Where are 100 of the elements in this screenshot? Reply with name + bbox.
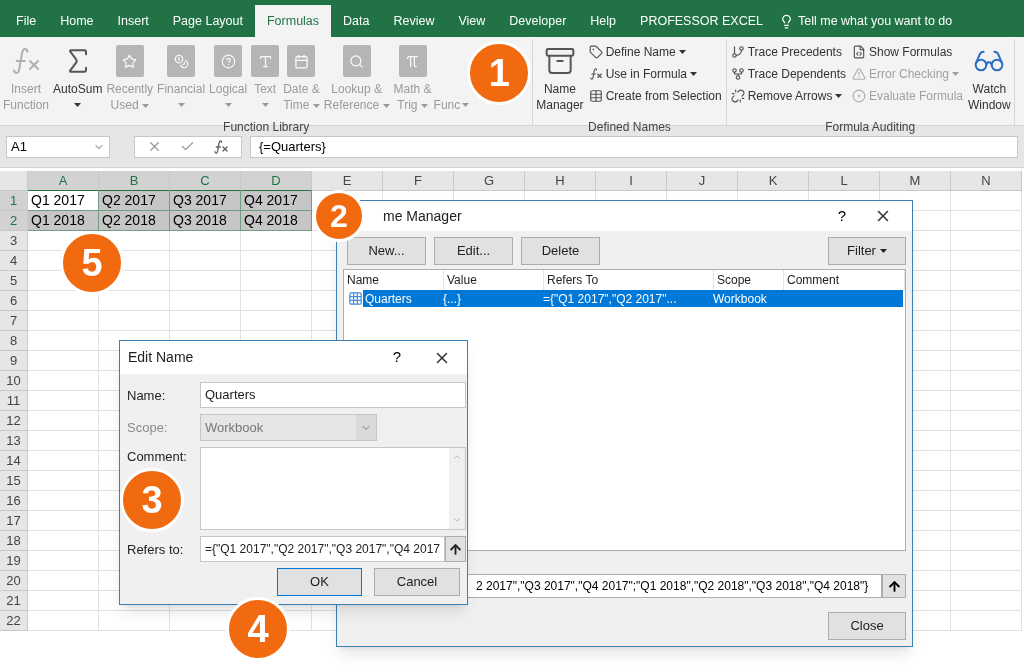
comment-field[interactable] — [200, 447, 466, 530]
row-header[interactable]: 2 — [0, 211, 28, 231]
cancel-button[interactable]: Cancel — [374, 568, 460, 596]
help-button[interactable]: ? — [822, 204, 862, 228]
row-header[interactable]: 7 — [0, 311, 28, 331]
ribbon-button[interactable]: Remove Arrows — [730, 85, 846, 107]
caret-icon — [678, 50, 686, 54]
ribbon-button[interactable]: AutoSum — [51, 39, 105, 119]
row-header[interactable]: 22 — [0, 611, 28, 631]
row-header[interactable]: 16 — [0, 491, 28, 511]
table-cell[interactable]: Q4 2017 — [241, 191, 312, 211]
ok-button[interactable]: OK — [277, 568, 362, 596]
row-header[interactable]: 8 — [0, 331, 28, 351]
column-header[interactable]: H — [525, 171, 596, 191]
row-header[interactable]: 20 — [0, 571, 28, 591]
row-header[interactable]: 13 — [0, 431, 28, 451]
row-header[interactable]: 17 — [0, 511, 28, 531]
remove-arrows-icon — [730, 89, 745, 103]
ribbon-tab[interactable]: Developer — [497, 5, 579, 37]
ribbon-tab[interactable]: Review — [381, 5, 447, 37]
column-header[interactable]: N — [951, 171, 1022, 191]
name-row[interactable]: Quarters {...} ={"Q1 2017","Q2 2017"... Workbook — [363, 290, 903, 307]
calendar-book-icon — [287, 45, 316, 77]
column-header[interactable]: K — [738, 171, 809, 191]
row-header[interactable]: 6 — [0, 291, 28, 311]
row-header[interactable]: 21 — [0, 591, 28, 611]
ribbon-tab[interactable]: Help — [578, 5, 629, 37]
column-header[interactable]: B — [99, 171, 170, 191]
caret-icon — [835, 94, 843, 98]
row-header[interactable]: 1 — [0, 191, 28, 211]
ribbon-button[interactable]: Define Name — [588, 41, 722, 63]
column-header[interactable]: A — [28, 171, 99, 191]
ribbon-button[interactable]: Show Formulas — [851, 41, 963, 63]
scroll-down-icon[interactable] — [452, 515, 462, 525]
column-header[interactable]: F — [383, 171, 454, 191]
ribbon-tab[interactable]: File — [4, 5, 49, 37]
dialog-button[interactable]: New... — [347, 237, 426, 265]
help-button[interactable]: ? — [377, 346, 417, 369]
table-range-icon — [348, 291, 363, 306]
column-header[interactable]: E — [312, 171, 383, 191]
dialog-button[interactable]: Delete — [521, 237, 600, 265]
row-header[interactable]: 5 — [0, 271, 28, 291]
dialog-button[interactable]: Edit... — [434, 237, 513, 265]
column-header[interactable]: C — [170, 171, 241, 191]
row-header[interactable]: 9 — [0, 351, 28, 371]
table-cell[interactable]: Q4 2018 — [241, 211, 312, 231]
ribbon-tab[interactable]: Home — [48, 5, 106, 37]
row-header[interactable]: 19 — [0, 551, 28, 571]
row-header[interactable]: 18 — [0, 531, 28, 551]
refers-to-field[interactable]: ={"Q1 2017","Q2 2017","Q3 2017","Q4 2017 — [200, 536, 445, 562]
row-header[interactable]: 12 — [0, 411, 28, 431]
row-header[interactable]: 10 — [0, 371, 28, 391]
close-button[interactable]: Close — [828, 612, 906, 640]
ribbon-tab[interactable]: View — [446, 5, 498, 37]
scroll-up-icon[interactable] — [452, 452, 462, 462]
cancel-icon[interactable] — [147, 139, 162, 154]
name-field[interactable]: Quarters — [200, 382, 466, 408]
step-badge: 1 — [467, 41, 532, 105]
column-header[interactable]: M — [880, 171, 951, 191]
ribbon-tab[interactable]: Page Layout — [160, 5, 255, 37]
column-header[interactable]: I — [596, 171, 667, 191]
column-header[interactable]: J — [667, 171, 738, 191]
formula-field[interactable]: {=Quarters} — [250, 135, 1018, 158]
table-cell[interactable]: Q3 2017 — [170, 191, 241, 211]
scrollbar[interactable] — [449, 448, 465, 529]
column-header[interactable]: L — [809, 171, 880, 191]
ribbon-button[interactable]: Create from Selection — [588, 85, 722, 107]
table-cell[interactable]: Q1 2018 — [28, 211, 99, 231]
tell-me-field[interactable]: Tell me what you want to do — [798, 11, 953, 31]
table-cell[interactable]: Q3 2018 — [170, 211, 241, 231]
ribbon-button[interactable]: Trace Dependents — [730, 63, 846, 85]
ribbon-button[interactable]: Watch Window — [966, 39, 1013, 119]
ribbon-button[interactable]: Trace Precedents — [730, 41, 846, 63]
ribbon-tab[interactable]: Data — [331, 5, 382, 37]
dependents-icon — [730, 67, 745, 81]
ribbon-tab[interactable]: Insert — [105, 5, 161, 37]
row-header[interactable]: 14 — [0, 451, 28, 471]
ribbon-tab[interactable]: PROFESSOR EXCEL — [628, 5, 775, 37]
row-header[interactable]: 11 — [0, 391, 28, 411]
row-header[interactable]: 3 — [0, 231, 28, 251]
row-header[interactable]: 4 — [0, 251, 28, 271]
collapse-button[interactable] — [882, 574, 906, 598]
table-cell[interactable]: Q2 2018 — [99, 211, 170, 231]
fx-icon[interactable] — [213, 138, 229, 155]
name-box[interactable]: A1 — [6, 135, 110, 158]
table-cell[interactable]: Q1 2017 — [28, 191, 99, 211]
formula-sheet-icon — [851, 45, 866, 59]
filter-button[interactable]: Filter — [828, 237, 906, 265]
table-icon — [588, 89, 603, 103]
ribbon-tab[interactable]: Formulas — [254, 5, 332, 37]
ribbon-button[interactable]: Name Manager — [534, 39, 586, 119]
ribbon-button[interactable]: Use in Formula — [588, 63, 722, 85]
caret-icon — [224, 103, 232, 107]
caret-icon — [420, 103, 428, 108]
column-header[interactable]: D — [241, 171, 312, 191]
column-header[interactable]: G — [454, 171, 525, 191]
collapse-button[interactable] — [445, 536, 466, 562]
row-header[interactable]: 15 — [0, 471, 28, 491]
table-cell[interactable]: Q2 2017 — [99, 191, 170, 211]
field-label: Comment: — [127, 448, 188, 466]
